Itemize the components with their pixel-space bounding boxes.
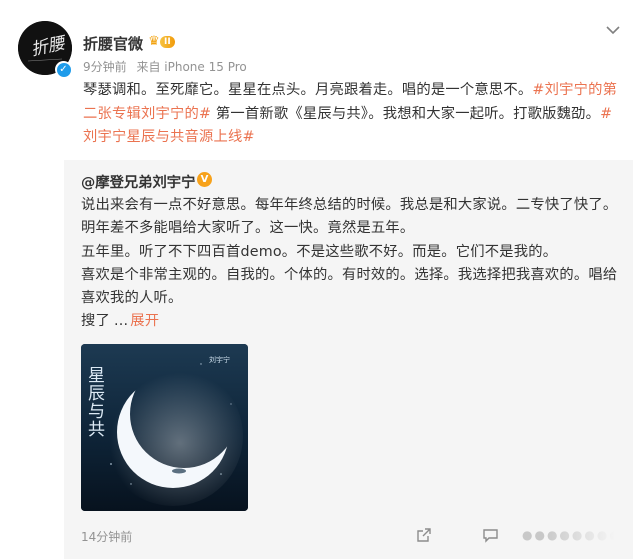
chevron-down-icon[interactable] xyxy=(605,22,621,38)
vip-badge[interactable]: ♛ II xyxy=(146,34,175,49)
post-text-part1: 琴瑟调和。至死靡它。星星在点头。月亮跟着走。唱的是一个意思不。 xyxy=(83,82,533,98)
repost-paragraph: 说出来会有一点不好意思。每年年终总结的时候。我总是和大家说。二专快了快了。明年差… xyxy=(81,197,618,237)
post-text: 琴瑟调和。至死靡它。星星在点头。月亮跟着走。唱的是一个意思不。#刘宇宁的第二张专… xyxy=(83,79,618,150)
repost-paragraph: 五年里。听了不下四百首demo。不是这些歌不好。而是。它们不是我的。 xyxy=(81,243,558,260)
share-icon[interactable] xyxy=(416,527,432,543)
expand-link[interactable]: 展开 xyxy=(130,313,159,329)
verified-icon: ✓ xyxy=(55,61,72,78)
vip-level: II xyxy=(160,35,175,48)
repost-block[interactable]: @摩登兄弟刘宇宁 V 说出来会有一点不好意思。每年年终总结的时候。我总是和大家说… xyxy=(64,160,633,559)
repost-time[interactable]: 14分钟前 xyxy=(81,528,132,545)
album-title: 星辰与共 xyxy=(84,366,105,438)
ellipsis: ... xyxy=(114,313,129,330)
weibo-post: 折腰 ✓ 折腰官微 ♛ II 9分钟前 来自 iPhone 15 Pro 琴瑟调… xyxy=(0,0,633,559)
post-text-part2: 第一首新歌《星辰与共》。我想和大家一起听。打歌版魏劭。 xyxy=(211,105,601,122)
post-time[interactable]: 9分钟前 xyxy=(83,60,127,74)
post-source: 来自 iPhone 15 Pro xyxy=(136,60,247,74)
repost-last-text: 搜了 xyxy=(81,313,110,330)
repost-text: 说出来会有一点不好意思。每年年终总结的时候。我总是和大家说。二专快了快了。明年差… xyxy=(81,194,618,334)
repost-author-name[interactable]: @摩登兄弟刘宇宁 xyxy=(81,171,195,192)
fade-overlay xyxy=(543,520,633,550)
repost-paragraph: 喜欢是个非常主观的。自我的。个体的。有时效的。选择。我选择把我喜欢的。唱给喜欢我… xyxy=(81,266,618,307)
author-name[interactable]: 折腰官微 xyxy=(83,33,143,54)
post-meta: 9分钟前 来自 iPhone 15 Pro xyxy=(83,58,247,75)
comment-icon[interactable] xyxy=(482,527,499,543)
repost-last-line: 搜了... 展开 xyxy=(81,310,618,333)
repost-vip-badge: V xyxy=(197,172,212,187)
album-artist-label: 刘宇宁 xyxy=(209,355,230,364)
album-cover-image[interactable]: 星辰与共 刘宇宁 xyxy=(81,344,248,511)
